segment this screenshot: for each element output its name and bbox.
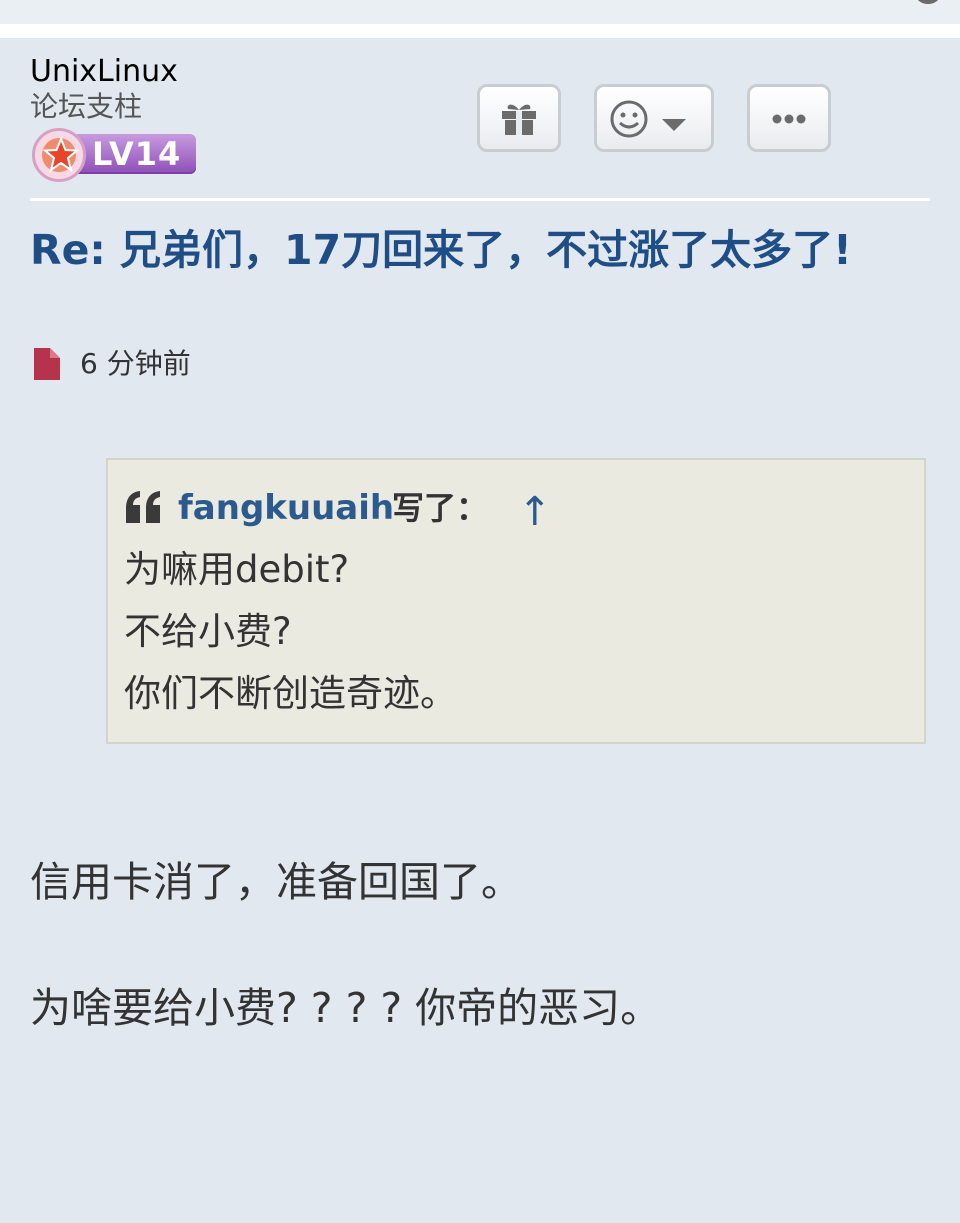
chevron-down-icon	[662, 119, 686, 131]
quote-author-link[interactable]: fangkuuaih	[178, 486, 394, 530]
level-text: LV14	[92, 135, 182, 173]
ellipsis-icon	[772, 114, 806, 124]
post-body-line: 为啥要给小费? ? ? ? 你帝的恶习。	[30, 984, 662, 1032]
file-icon[interactable]	[32, 348, 60, 380]
quote-box: fangkuuaih 写了： ↑ 为嘛用debit? 不给小费? 你们不断创造奇…	[106, 458, 926, 744]
header-divider	[30, 198, 930, 201]
post-author-rank: 论坛支柱	[30, 90, 143, 123]
reaction-button[interactable]	[594, 84, 714, 152]
smiley-icon	[610, 100, 648, 138]
gift-icon	[502, 104, 536, 135]
separator	[0, 24, 960, 38]
gift-button[interactable]	[477, 84, 561, 152]
post-time: 6 分钟前	[80, 347, 191, 380]
quote-wrote-label: 写了：	[392, 489, 489, 527]
rank-star-icon	[32, 128, 86, 182]
quote-line: 为嘛用debit?	[124, 548, 350, 591]
top-bar	[0, 0, 960, 24]
forum-post: UnixLinux 论坛支柱 LV14 Re: 兄弟们，17刀回来了，不过涨了太…	[0, 38, 960, 1223]
quote-line: 你们不断创造奇迹。	[124, 672, 457, 715]
top-bar-avatar[interactable]	[916, 0, 940, 4]
post-author-name[interactable]: UnixLinux	[30, 54, 178, 90]
quote-jump-up-icon[interactable]: ↑	[518, 490, 552, 534]
quote-icon	[126, 491, 160, 523]
quote-line: 不给小费?	[124, 610, 292, 653]
level-badge: LV14	[32, 128, 196, 182]
more-options-button[interactable]	[747, 84, 831, 152]
post-body-line: 信用卡消了，准备回国了。	[30, 858, 522, 906]
post-title[interactable]: Re: 兄弟们，17刀回来了，不过涨了太多了!	[30, 224, 890, 276]
